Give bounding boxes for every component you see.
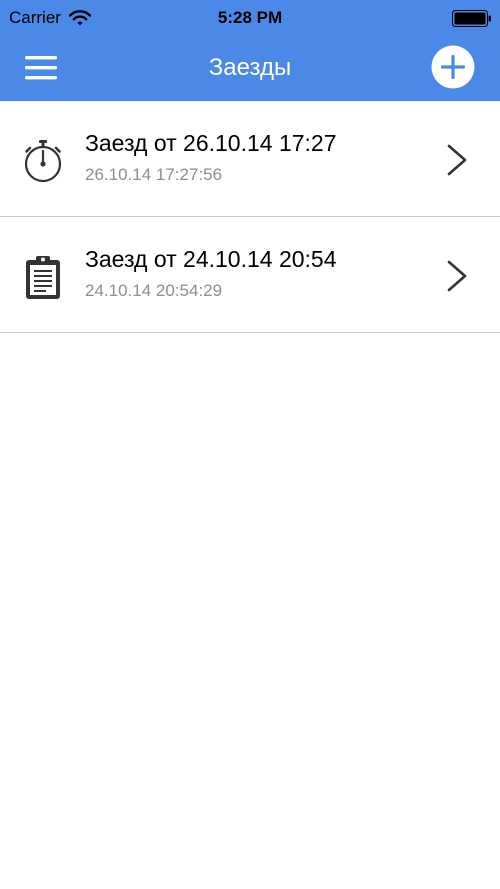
hamburger-menu-icon [25, 56, 57, 80]
clipboard-icon [26, 256, 60, 299]
page-title: Заезды [208, 54, 292, 81]
menu-button[interactable] [22, 52, 60, 84]
ride-title: Заезд от 26.10.14 17:27 [85, 130, 337, 156]
chevron-right-icon [447, 144, 467, 176]
ride-timestamp: 24.10.14 20:54:29 [85, 281, 223, 300]
battery-icon [452, 10, 491, 27]
stopwatch-icon [24, 140, 62, 183]
add-ride-button[interactable] [431, 45, 475, 89]
status-bar: Carrier 5:28 PM [0, 0, 500, 36]
header: Carrier 5:28 PM Заезды [0, 0, 500, 101]
list-item-ride[interactable]: Заезд от 24.10.14 20:54 24.10.14 20:54:2… [0, 217, 500, 333]
status-time: 5:28 PM [217, 8, 283, 27]
ride-timestamp: 26.10.14 17:27:56 [85, 165, 223, 184]
ride-title: Заезд от 24.10.14 20:54 [85, 246, 337, 272]
list-item-ride[interactable]: Заезд от 26.10.14 17:27 26.10.14 17:27:5… [0, 101, 500, 217]
nav-bar: Заезды [0, 36, 500, 101]
rides-list: Заезд от 26.10.14 17:27 26.10.14 17:27:5… [0, 101, 500, 333]
screen: Carrier 5:28 PM Заезды Заезд от 26.10.14… [0, 0, 500, 889]
chevron-right-icon [447, 260, 467, 292]
plus-circle-icon [431, 45, 475, 89]
